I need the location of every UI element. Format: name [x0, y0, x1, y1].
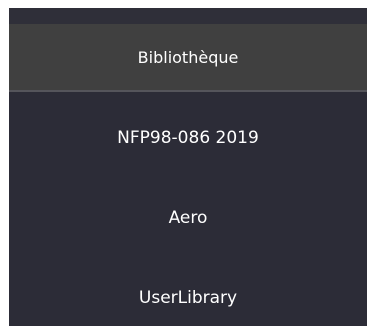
- top-strip: [9, 8, 367, 24]
- library-header-title: Bibliothèque: [137, 47, 239, 67]
- library-header: Bibliothèque: [9, 24, 367, 92]
- library-item-userlibrary[interactable]: UserLibrary: [9, 276, 367, 320]
- library-list: NFP98-086 2019 Aero UserLibrary: [9, 92, 367, 326]
- library-item-label: UserLibrary: [138, 288, 238, 308]
- library-item-label: Aero: [168, 208, 208, 228]
- library-item-label: NFP98-086 2019: [117, 128, 259, 148]
- library-panel: Bibliothèque NFP98-086 2019 Aero UserLib…: [9, 8, 367, 326]
- library-item-nfp98-086-2019[interactable]: NFP98-086 2019: [9, 116, 367, 160]
- library-item-aero[interactable]: Aero: [9, 196, 367, 240]
